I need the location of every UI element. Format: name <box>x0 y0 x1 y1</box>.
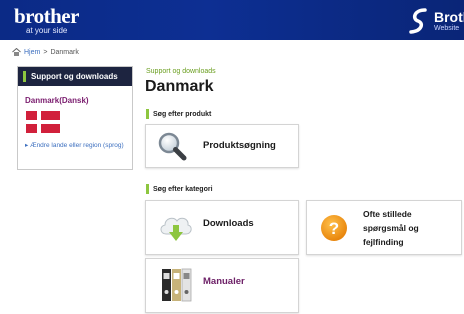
downloads-label: Downloads <box>203 218 254 229</box>
brand-subtitle: Website <box>434 25 460 32</box>
breadcrumb: Hjem > Danmark <box>12 48 79 56</box>
sidebar-title: Support og downloads <box>31 72 118 81</box>
site-header: brother at your side Broth Website <box>0 0 464 40</box>
breadcrumb-home-link[interactable]: Hjem <box>24 49 40 56</box>
brother-website-brand[interactable]: Broth Website <box>408 7 464 37</box>
logo-wordmark: brother <box>14 4 79 28</box>
brand-name: Broth <box>434 9 464 25</box>
faq-label-line-3: fejlfinding <box>363 237 404 247</box>
svg-text:?: ? <box>329 219 339 238</box>
section-heading-category-label: Søg efter kategori <box>153 185 213 193</box>
page-title: Danmark <box>145 78 214 95</box>
section-heading-product: Søg efter produkt <box>146 109 211 119</box>
product-search-card[interactable]: Produktsøgning <box>145 124 299 168</box>
downloads-card[interactable]: Downloads <box>145 200 299 255</box>
breadcrumb-separator: > <box>43 48 48 56</box>
current-country: Danmark(Dansk) <box>25 96 89 105</box>
breadcrumb-current: Danmark <box>50 48 79 56</box>
sidebar-panel: Support og downloads Danmark(Dansk) ▸ Æn… <box>17 66 133 170</box>
sidebar-header: Support og downloads <box>18 67 132 86</box>
manuals-card[interactable]: Manualer <box>145 258 299 313</box>
section-heading-category: Søg efter kategori <box>146 184 213 194</box>
accent-bar <box>146 184 149 194</box>
magnifier-icon <box>158 132 187 161</box>
home-icon <box>12 48 21 56</box>
faq-card[interactable]: ? Ofte stillede spørgsmål og fejlfinding <box>306 200 462 255</box>
faq-label-line-2: spørgsmål og <box>363 223 419 233</box>
brother-logo[interactable]: brother at your side <box>14 6 79 36</box>
faq-label-line-1: Ofte stillede <box>363 209 412 219</box>
question-icon: ? <box>321 215 347 241</box>
binders-icon <box>162 268 192 302</box>
section-heading-product-label: Søg efter produkt <box>153 110 212 118</box>
denmark-flag-icon <box>26 111 60 133</box>
manuals-label: Manualer <box>203 276 245 287</box>
cloud-download-icon <box>160 217 192 241</box>
faq-label: Ofte stillede spørgsmål og fejlfinding <box>363 207 419 249</box>
page-kicker: Support og downloads <box>146 68 216 75</box>
product-search-label: Produktsøgning <box>203 140 276 151</box>
accent-bar <box>146 109 149 119</box>
brother-swoosh-icon <box>409 8 427 34</box>
change-region-link[interactable]: ▸ Ændre lande eller region (sprog) <box>25 141 127 151</box>
accent-bar <box>23 71 26 82</box>
